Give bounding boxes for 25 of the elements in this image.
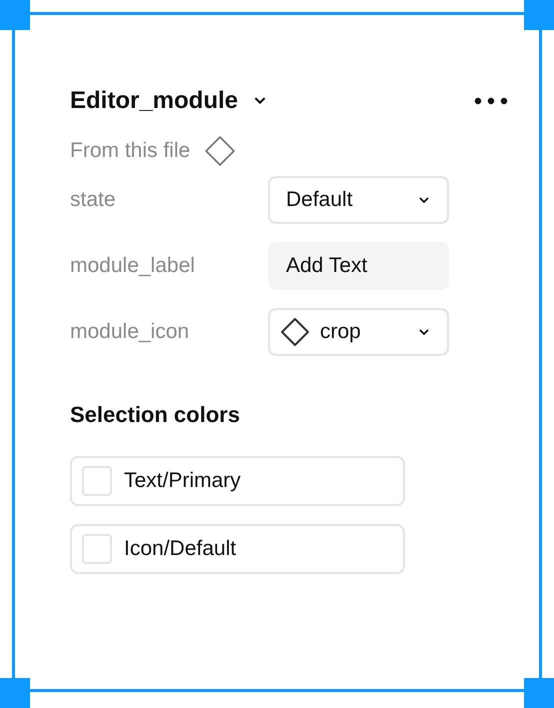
dropdown-value: crop (320, 320, 361, 344)
resize-handle[interactable] (524, 678, 554, 708)
property-label: module_label (70, 254, 196, 278)
color-name: Text/Primary (124, 469, 241, 493)
color-row[interactable]: Icon/Default (70, 524, 405, 574)
component-title: Editor_module (70, 87, 238, 115)
dropdown-value: Default (286, 188, 353, 212)
diamond-icon (280, 317, 310, 347)
diamond-icon (204, 135, 236, 167)
resize-handle[interactable] (0, 678, 30, 708)
caret-icon (419, 196, 429, 204)
caret-icon[interactable] (254, 97, 266, 105)
color-name: Icon/Default (124, 537, 236, 561)
property-label: module_icon (70, 320, 190, 344)
resize-handle[interactable] (524, 0, 554, 30)
section-title: Selection colors (70, 402, 241, 428)
dropdown[interactable]: crop (268, 308, 449, 356)
resize-handle[interactable] (0, 0, 30, 30)
more-icon[interactable] (474, 97, 508, 105)
caret-icon (419, 328, 429, 336)
dropdown[interactable]: Default (268, 176, 449, 224)
text-field[interactable]: Add Text (268, 242, 449, 290)
source-label: From this file (70, 139, 190, 163)
property-label: state (70, 188, 117, 212)
color-row[interactable]: Text/Primary (70, 456, 405, 506)
